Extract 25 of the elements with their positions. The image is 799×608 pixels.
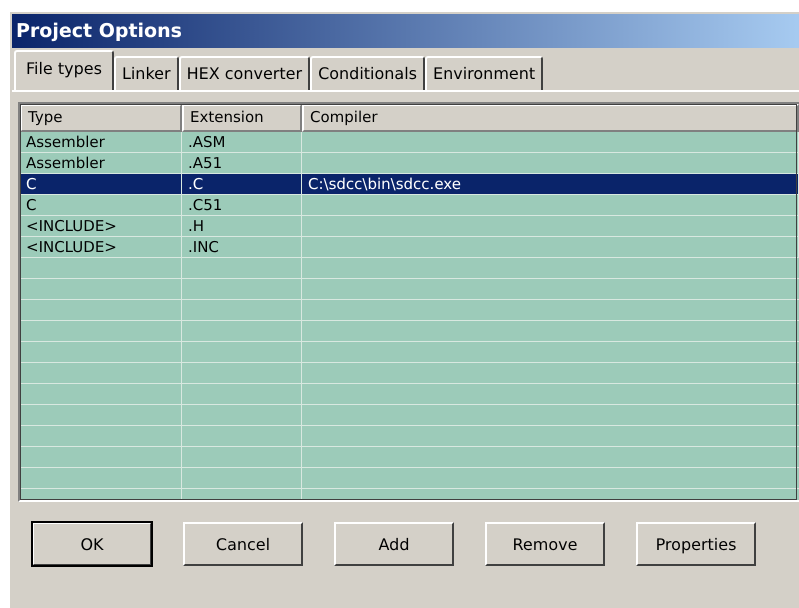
tab[interactable]: Environment: [425, 56, 544, 90]
dialog-button[interactable]: Remove: [485, 522, 605, 566]
column-header[interactable]: Compiler: [302, 104, 799, 132]
table-cell[interactable]: .H: [182, 216, 302, 237]
column-header[interactable]: Extension: [182, 104, 302, 132]
dialog-button[interactable]: Add: [334, 522, 454, 566]
table-cell[interactable]: C: [20, 174, 182, 195]
table-cell[interactable]: C:\sdcc\bin\sdcc.exe: [302, 174, 799, 195]
tab[interactable]: HEX converter: [178, 56, 310, 90]
column-header[interactable]: Type: [20, 104, 182, 132]
table-cell[interactable]: .ASM: [182, 132, 302, 153]
dialog-button[interactable]: OK: [32, 522, 152, 566]
dialog-button[interactable]: Cancel: [183, 522, 303, 566]
table-cell[interactable]: C: [20, 195, 182, 216]
tab[interactable]: Conditionals: [310, 56, 425, 90]
dialog-button[interactable]: Properties: [636, 522, 756, 566]
tab[interactable]: Linker: [114, 56, 179, 90]
table-cell[interactable]: .C: [182, 174, 302, 195]
tab[interactable]: File types: [14, 50, 114, 90]
window-title: Project Options: [16, 20, 182, 42]
table-cell[interactable]: <INCLUDE>: [20, 237, 182, 258]
table-cell[interactable]: <INCLUDE>: [20, 216, 182, 237]
table-cell[interactable]: Assembler: [20, 132, 182, 153]
table-cell[interactable]: .INC: [182, 237, 302, 258]
table-cell[interactable]: .C51: [182, 195, 302, 216]
